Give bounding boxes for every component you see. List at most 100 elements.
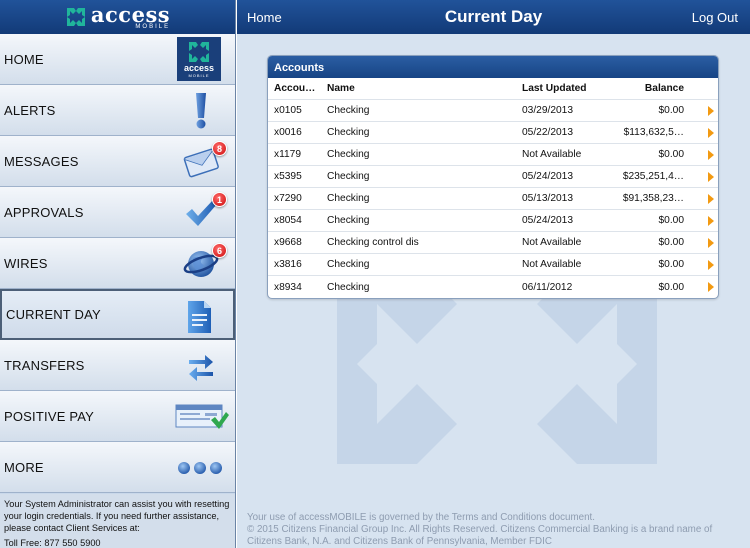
balance: $91,358,23… [622,193,684,204]
sidebar-item-label: WIRES [4,255,48,271]
account-number: x9668 [274,237,302,248]
last-updated: 06/11/2012 [522,281,573,293]
dots-icon [177,448,223,488]
account-number: x5395 [274,171,302,182]
column-header-name: Name [327,83,355,94]
table-row[interactable]: x8934 Checking 06/11/2012 $0.00 [268,276,718,298]
sidebar-item-label: TRANSFERS [4,357,85,373]
chevron-right-icon [708,238,714,248]
approvals-badge: 1 [212,192,227,207]
arrows-exchange-icon [181,346,221,386]
last-updated: Not Available [522,259,582,270]
sidebar-item-label: MESSAGES [4,153,79,169]
account-number: x1179 [274,149,301,160]
sidebar: access MOBILE HOME access MOBILE ALERTS [0,0,236,548]
chevron-right-icon [708,194,714,204]
column-header-last-updated: Last Updated [522,83,587,94]
checkmark-icon: 1 [181,192,227,233]
accounts-title: Accounts [268,56,718,78]
main-content: Accounts Accou… Name Last Updated Balanc… [237,34,750,548]
brand-wordmark: access MOBILE [91,4,170,30]
check-approved-icon [175,397,229,437]
support-phone[interactable]: Toll Free: 877 550 5900 [4,537,232,548]
table-header-row: Accou… Name Last Updated Balance [268,78,718,100]
globe-icon: 6 [181,243,227,284]
copyright-notice: © 2015 Citizens Financial Group Inc. All… [247,524,713,547]
table-row[interactable]: x0105 Checking 03/29/2013 $0.00 [268,100,718,122]
sidebar-item-more[interactable]: MORE [0,442,235,493]
sidebar-item-label: HOME [4,51,44,67]
sidebar-item-wires[interactable]: WIRES 6 [0,238,235,289]
document-icon [179,297,219,337]
logout-link[interactable]: Log Out [692,10,738,25]
chevron-right-icon [708,150,714,160]
exclamation-icon [181,91,221,131]
last-updated: Not Available [522,237,582,248]
table-row[interactable]: x1179 Checking Not Available $0.00 [268,144,718,166]
top-nav-bar: Home Current Day Log Out [237,0,750,34]
envelope-icon: 8 [181,141,227,182]
account-name: Checking [327,149,370,160]
home-link[interactable]: Home [247,10,282,25]
column-header-balance: Balance [644,83,684,94]
account-number: x3816 [274,259,302,270]
balance: $113,632,5… [623,127,684,138]
chevron-right-icon [708,282,714,292]
sidebar-item-current-day[interactable]: CURRENT DAY [0,289,235,340]
svg-text:access: access [184,63,214,73]
balance: $235,251,4… [622,171,684,182]
accounts-table: Accounts Accou… Name Last Updated Balanc… [267,55,719,299]
sidebar-item-label: ALERTS [4,102,56,118]
account-name: Checking [327,193,370,204]
last-updated: 05/24/2013 [522,171,573,182]
table-row[interactable]: x9668 Checking control dis Not Available… [268,232,718,254]
account-name: Checking [327,259,370,270]
column-header-account: Accou… [274,83,316,94]
brand-bar: access MOBILE [0,0,235,34]
account-number: x7290 [274,193,302,204]
brand-name: access [90,2,171,27]
table-row[interactable]: x3816 Checking Not Available $0.00 [268,254,718,276]
balance: $0.00 [658,259,685,270]
sidebar-item-approvals[interactable]: APPROVALS 1 [0,187,235,238]
access-logo-icon [66,8,85,26]
table-row[interactable]: x5395 Checking 05/24/2013 $235,251,4… [268,166,718,188]
chevron-right-icon [708,172,714,182]
table-row[interactable]: x7290 Checking 05/13/2013 $91,358,23… [268,188,718,210]
account-name: Checking [327,105,370,116]
chevron-right-icon [708,216,714,226]
legal-footer: Your use of accessMOBILE is governed by … [237,512,750,548]
last-updated: 05/13/2013 [522,193,573,204]
wires-badge: 6 [212,243,227,258]
last-updated: 03/29/2013 [522,105,573,116]
chevron-right-icon [708,106,714,116]
balance: $0.00 [658,149,685,160]
messages-badge: 8 [212,141,227,156]
svg-text:MOBILE: MOBILE [188,73,209,78]
access-logo-icon: access MOBILE [177,37,221,81]
sidebar-item-label: APPROVALS [4,204,84,220]
balance: $0.00 [658,281,685,293]
chevron-right-icon [708,260,714,270]
balance: $0.00 [658,215,685,226]
balance: $0.00 [658,105,685,116]
sidebar-item-home[interactable]: HOME access MOBILE [0,34,235,85]
sidebar-item-messages[interactable]: MESSAGES 8 [0,136,235,187]
table-row[interactable]: x8054 Checking 05/24/2013 $0.00 [268,210,718,232]
support-text: Your System Administrator can assist you… [4,499,230,533]
account-number: x8934 [274,281,302,293]
last-updated: 05/22/2013 [522,127,573,138]
terms-notice: Your use of accessMOBILE is governed by … [247,512,595,523]
table-row[interactable]: x0016 Checking 05/22/2013 $113,632,5… [268,122,718,144]
account-name: Checking [327,127,370,138]
sidebar-item-transfers[interactable]: TRANSFERS [0,340,235,391]
sidebar-item-positive-pay[interactable]: POSITIVE PAY [0,391,235,442]
account-name: Checking control dis [327,237,419,248]
support-info: Your System Administrator can assist you… [0,494,235,548]
sidebar-item-alerts[interactable]: ALERTS [0,85,235,136]
account-name: Checking [327,215,370,226]
account-number: x0016 [274,127,302,138]
chevron-right-icon [708,128,714,138]
account-number: x8054 [274,215,302,226]
account-name: Checking [327,171,370,182]
